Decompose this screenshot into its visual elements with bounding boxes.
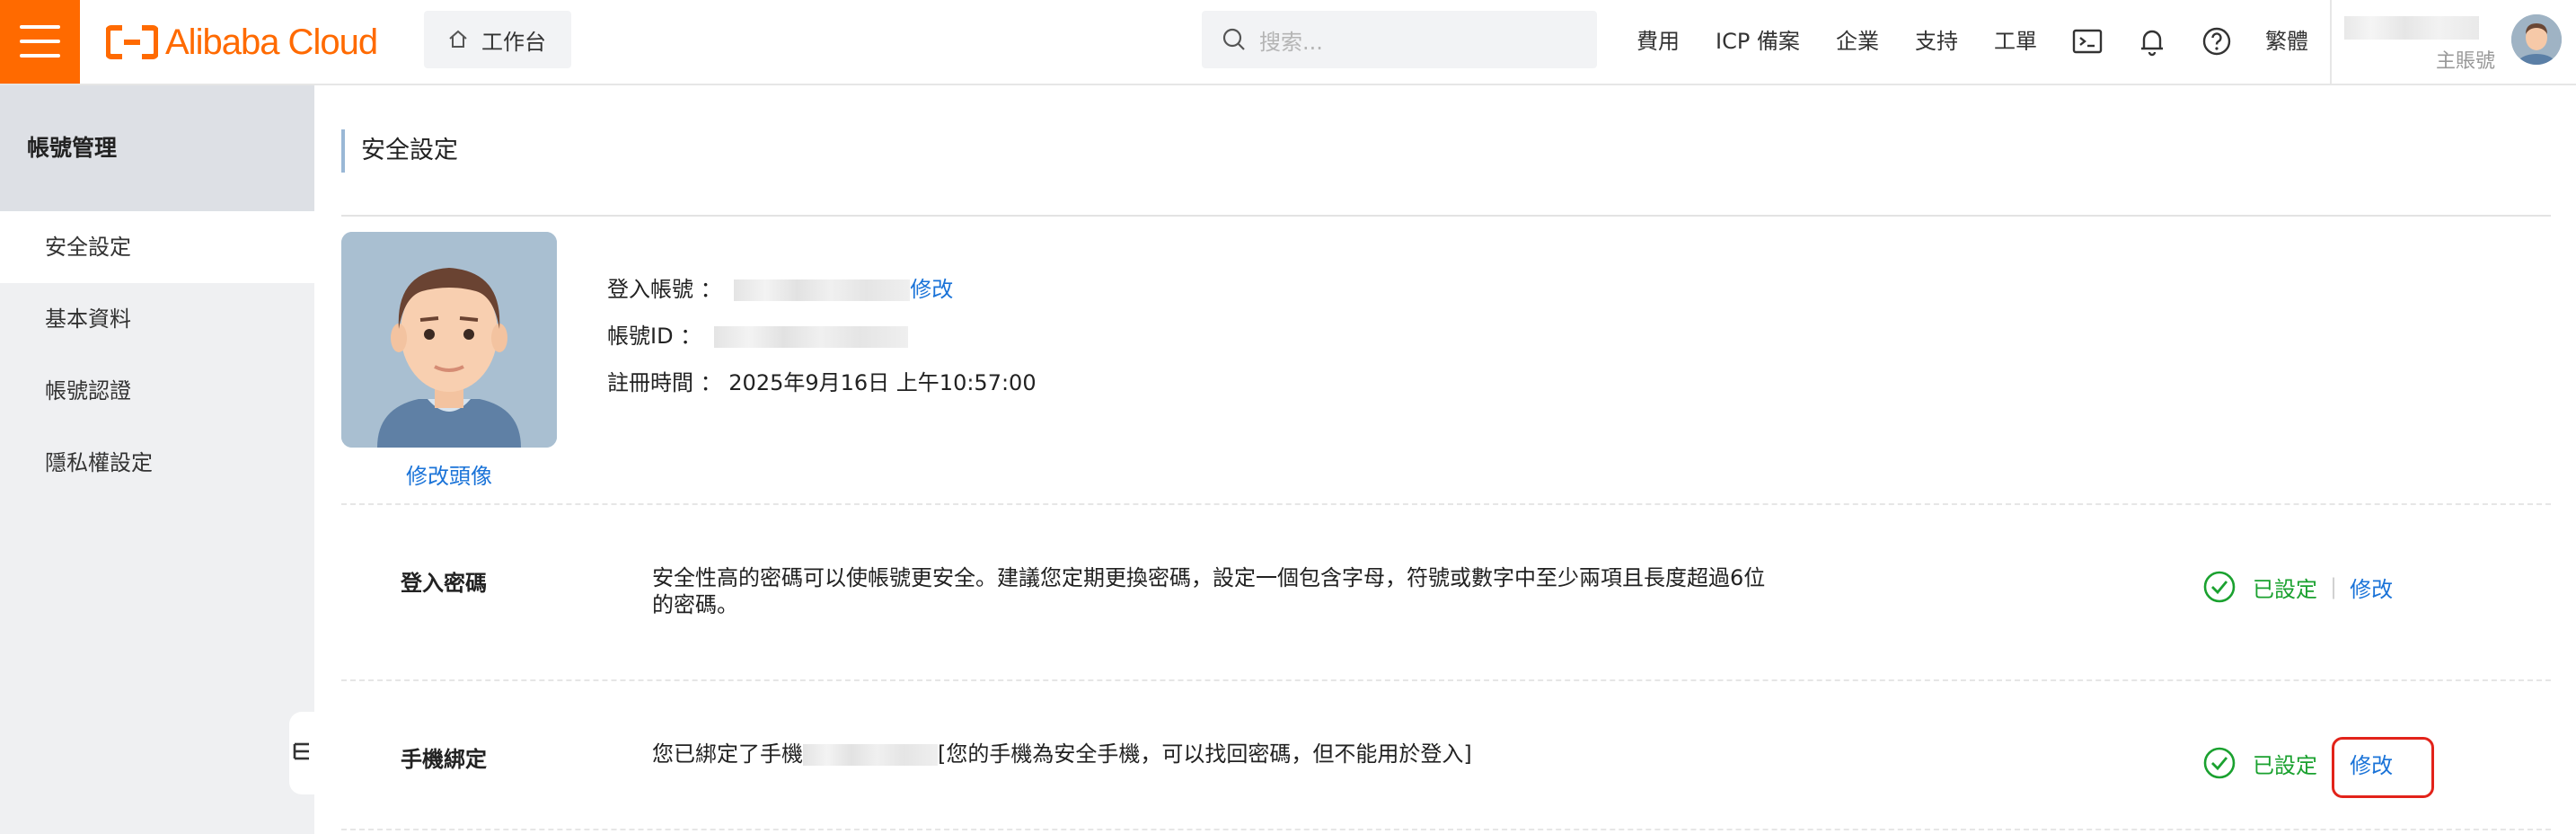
workbench-label: 工作台: [481, 29, 546, 55]
profile-avatar-icon: [341, 232, 557, 448]
profile-avatar: [341, 232, 557, 448]
section-divider: [341, 503, 2551, 505]
change-avatar-link[interactable]: 修改頭像: [341, 458, 557, 490]
check-circle-icon: [2203, 747, 2236, 779]
nav-icp[interactable]: ICP 備案: [1716, 0, 1800, 84]
alibaba-cloud-logo[interactable]: Alibaba Cloud: [106, 22, 378, 63]
collapse-icon: [293, 742, 309, 760]
sidebar-title: 帳號管理: [0, 85, 314, 211]
brand-name: Alibaba Cloud: [165, 22, 378, 62]
workbench-button[interactable]: 工作台: [424, 11, 571, 68]
sidebar-item-security-settings[interactable]: 安全設定: [0, 211, 314, 283]
login-password-status-text: 已設定: [2253, 576, 2317, 602]
nav-ticket[interactable]: 工單: [1994, 0, 2037, 84]
status-separator: |: [2330, 574, 2338, 599]
nav-support[interactable]: 支持: [1915, 0, 1958, 84]
username-redacted: [2344, 16, 2479, 40]
highlight-box: [2332, 737, 2434, 798]
login-account-value-redacted: [734, 279, 911, 301]
check-circle-icon: [2203, 571, 2236, 603]
section-divider: [341, 679, 2551, 681]
user-role: 主賬號: [2436, 50, 2496, 73]
alibaba-cloud-mark-icon: [106, 25, 158, 59]
user-menu[interactable]: 主賬號: [2330, 0, 2576, 84]
search-placeholder: 搜索...: [1259, 29, 1323, 55]
login-password-description: 安全性高的密碼可以使帳號更安全。建議您定期更換密碼，設定一個包含字母，符號或數字…: [652, 565, 1766, 617]
sidebar-item-account-verification[interactable]: 帳號認證: [0, 355, 314, 427]
account-id-value-redacted: [713, 326, 908, 348]
login-password-status: 已設定 | 修改: [2202, 570, 2393, 604]
user-avatar-icon: [2511, 14, 2562, 65]
language-switch[interactable]: 繁體: [2265, 0, 2308, 84]
phone-binding-note: [您的手機為安全手機，可以找回密碼，但不能用於登入]: [938, 741, 1472, 767]
home-icon: [449, 30, 467, 48]
nav-enterprise[interactable]: 企業: [1836, 0, 1879, 84]
top-navigation-bar: Alibaba Cloud 工作台 搜索... 費用 ICP 備案 企業 支持 …: [0, 0, 2576, 85]
register-time-label: 註冊時間 ：: [607, 370, 722, 395]
bell-icon[interactable]: [2136, 25, 2168, 58]
login-account-label: 登入帳號 ：: [607, 277, 722, 302]
nav-billing[interactable]: 費用: [1636, 0, 1680, 84]
phone-binding-description: 您已綁定了手機 [您的手機為安全手機，可以找回密碼，但不能用於登入]: [652, 741, 1784, 767]
title-divider: [341, 215, 2551, 217]
account-id-label: 帳號ID ：: [607, 324, 702, 349]
phone-number-redacted: [803, 744, 938, 766]
phone-binding-label: 手機綁定: [401, 747, 487, 772]
help-icon[interactable]: [2201, 25, 2233, 58]
register-time-value: 2025年9月16日 上午10:57:00: [728, 370, 1037, 395]
phone-binding-prefix: 您已綁定了手機: [652, 741, 803, 767]
login-account-edit-link[interactable]: 修改: [910, 277, 953, 302]
sidebar-item-privacy-settings[interactable]: 隱私權設定: [0, 427, 314, 499]
search-input[interactable]: 搜索...: [1202, 11, 1597, 68]
login-password-label: 登入密碼: [401, 571, 487, 596]
menu-icon[interactable]: [0, 0, 80, 84]
account-id-row: 帳號ID ：: [607, 318, 908, 350]
section-divider: [341, 829, 2551, 830]
sidebar-item-basic-info[interactable]: 基本資料: [0, 283, 314, 355]
phone-binding-status-text: 已設定: [2253, 752, 2317, 778]
search-icon: [1222, 28, 1245, 50]
avatar[interactable]: [2511, 14, 2562, 65]
sidebar: 帳號管理 安全設定 基本資料 帳號認證 隱私權設定: [0, 85, 314, 834]
page-title: 安全設定: [341, 129, 458, 173]
terminal-icon[interactable]: [2071, 25, 2104, 58]
login-account-row: 登入帳號 ： 修改: [607, 271, 953, 303]
login-password-modify-link[interactable]: 修改: [2350, 572, 2393, 603]
register-time-row: 註冊時間 ： 2025年9月16日 上午10:57:00: [607, 365, 1037, 396]
sidebar-collapse-button[interactable]: [289, 712, 314, 794]
